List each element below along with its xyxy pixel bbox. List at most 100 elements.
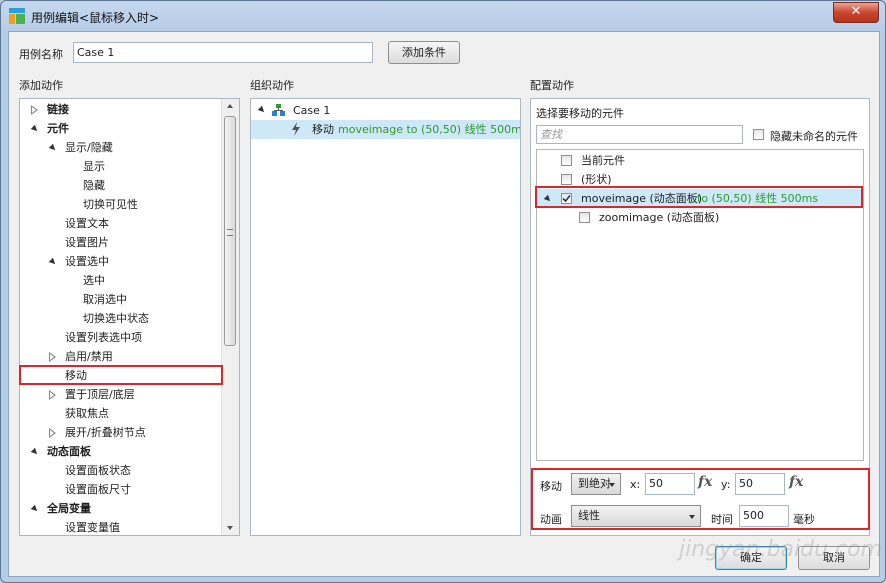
dialog-window: 用例编辑<鼠标移入时> ✕ 用例名称 Case 1 添加条件 添加动作 组织动作…	[0, 0, 886, 583]
grip-icon	[227, 229, 233, 236]
action-tree-item[interactable]: 显示/隐藏	[20, 138, 223, 157]
widget-list-item[interactable]: moveimage (动态面板) to (50,50) 线性 500ms	[537, 189, 863, 208]
widget-label: (形状)	[581, 173, 612, 186]
app-icon	[9, 8, 25, 24]
expand-open-icon[interactable]	[257, 105, 267, 115]
widget-checkbox[interactable]	[561, 193, 572, 204]
widget-checkbox[interactable]	[561, 174, 572, 185]
expand-open-icon[interactable]	[30, 124, 40, 134]
move-label: 移动	[540, 480, 562, 493]
action-tree-item[interactable]: 展开/折叠树节点	[20, 423, 223, 442]
x-input[interactable]: 50	[645, 473, 695, 495]
case-label: Case 1	[293, 104, 331, 117]
animate-label: 动画	[540, 513, 562, 526]
scroll-down-icon[interactable]	[227, 526, 233, 530]
action-tree-item[interactable]: 设置文本	[20, 214, 223, 233]
widget-list[interactable]: 当前元件 (形状) moveimage (动态面板) to (50,50) 线性 50…	[536, 149, 864, 461]
hide-unnamed-label: 隐藏未命名的元件	[770, 130, 858, 143]
action-tree-item[interactable]: 切换可见性	[20, 195, 223, 214]
scroll-thumb[interactable]	[224, 116, 236, 346]
action-tree-label: 设置图片	[65, 236, 109, 249]
action-tree-label: 展开/折叠树节点	[65, 426, 146, 439]
chevron-down-icon	[609, 483, 615, 487]
expand-open-icon[interactable]	[30, 447, 40, 457]
select-widget-label: 选择要移动的元件	[536, 107, 624, 120]
action-tree-item[interactable]: 动态面板	[20, 442, 223, 461]
action-tree-label: 动态面板	[47, 445, 91, 458]
action-tree-label: 设置变量值	[65, 521, 120, 534]
action-tree-label: 设置文本	[65, 217, 109, 230]
action-tree-item[interactable]: 设置面板尺寸	[20, 480, 223, 499]
widget-list-item[interactable]: 当前元件	[537, 151, 863, 170]
action-tree-item[interactable]: 设置列表选中项	[20, 328, 223, 347]
action-tree-label: 显示	[83, 160, 105, 173]
window-title: 用例编辑<鼠标移入时>	[31, 11, 160, 25]
ms-label: 毫秒	[793, 513, 815, 526]
expand-open-icon[interactable]	[543, 194, 553, 204]
widget-label: moveimage (动态面板)	[581, 192, 703, 205]
case-tree-icon	[272, 104, 285, 116]
action-tree-panel[interactable]: 链接 元件显示/隐藏显示隐藏切换可见性设置文本设置图片设置选中选中取消选中切换选中…	[19, 98, 240, 536]
action-tree-item[interactable]: 移动	[20, 366, 223, 385]
widget-list-item[interactable]: zoomimage (动态面板)	[537, 208, 863, 227]
action-tree-item[interactable]: 设置选中	[20, 252, 223, 271]
y-input[interactable]: 50	[735, 473, 785, 495]
action-tree-item[interactable]: 置于顶层/底层	[20, 385, 223, 404]
organize-panel[interactable]: Case 1 移动 moveimage to (50,50) 线性 500ms	[250, 98, 521, 536]
ok-button[interactable]: 确定	[715, 546, 787, 570]
action-tree-label: 全局变量	[47, 502, 91, 515]
action-tree-scrollbar[interactable]	[221, 99, 239, 535]
action-tree-item[interactable]: 获取焦点	[20, 404, 223, 423]
action-tree-item[interactable]: 元件	[20, 119, 223, 138]
widget-list-item[interactable]: (形状)	[537, 170, 863, 189]
widget-search-input[interactable]: 查找	[536, 125, 743, 144]
expand-closed-icon[interactable]	[49, 352, 56, 362]
action-row-selected[interactable]: 移动 moveimage to (50,50) 线性 500ms	[251, 120, 520, 139]
scroll-up-icon[interactable]	[227, 104, 233, 108]
action-tree-item[interactable]: 显示	[20, 157, 223, 176]
lightning-icon	[291, 122, 301, 136]
expand-closed-icon[interactable]	[49, 390, 56, 400]
action-tree-item[interactable]: 设置面板状态	[20, 461, 223, 480]
widget-checkbox[interactable]	[579, 212, 590, 223]
configure-action-header: 配置动作	[530, 79, 574, 92]
case-name-label: 用例名称	[19, 48, 63, 61]
cancel-button[interactable]: 取消	[798, 546, 870, 570]
action-tree-item[interactable]: 启用/禁用	[20, 347, 223, 366]
action-detail: moveimage to (50,50) 线性 500ms	[338, 123, 521, 136]
action-tree-item[interactable]: 链接	[20, 100, 223, 119]
hide-unnamed-checkbox[interactable]	[753, 129, 764, 140]
action-tree-label: 设置列表选中项	[65, 331, 142, 344]
expand-closed-icon[interactable]	[49, 428, 56, 438]
animate-select[interactable]: 线性	[571, 505, 701, 527]
action-tree-label: 隐藏	[83, 179, 105, 192]
add-condition-button[interactable]: 添加条件	[388, 41, 460, 64]
action-tree-label: 置于顶层/底层	[65, 388, 135, 401]
action-tree-label: 显示/隐藏	[65, 141, 113, 154]
move-mode-select[interactable]: 到绝对	[571, 473, 621, 495]
time-input[interactable]: 500	[739, 505, 789, 527]
action-tree-label: 选中	[83, 274, 105, 287]
close-button[interactable]: ✕	[833, 2, 879, 23]
widget-label: 当前元件	[581, 154, 625, 167]
action-tree-label: 切换选中状态	[83, 312, 149, 325]
action-tree-item[interactable]: 全局变量	[20, 499, 223, 518]
widget-checkbox[interactable]	[561, 155, 572, 166]
expand-open-icon[interactable]	[48, 143, 58, 153]
action-tree-item[interactable]: 隐藏	[20, 176, 223, 195]
case-name-input[interactable]: Case 1	[73, 42, 373, 63]
y-fx-button[interactable]: fx	[789, 474, 803, 490]
case-row[interactable]: Case 1	[251, 101, 520, 120]
add-action-header: 添加动作	[19, 79, 63, 92]
expand-open-icon[interactable]	[30, 504, 40, 514]
action-prefix: 移动	[312, 123, 334, 136]
action-tree-item[interactable]: 设置变量值	[20, 518, 223, 535]
expand-closed-icon[interactable]	[31, 105, 38, 115]
action-tree-item[interactable]: 设置图片	[20, 233, 223, 252]
action-tree-item[interactable]: 选中	[20, 271, 223, 290]
chevron-down-icon	[689, 515, 695, 519]
x-fx-button[interactable]: fx	[698, 474, 712, 490]
action-tree-item[interactable]: 取消选中	[20, 290, 223, 309]
action-tree-item[interactable]: 切换选中状态	[20, 309, 223, 328]
expand-open-icon[interactable]	[48, 257, 58, 267]
